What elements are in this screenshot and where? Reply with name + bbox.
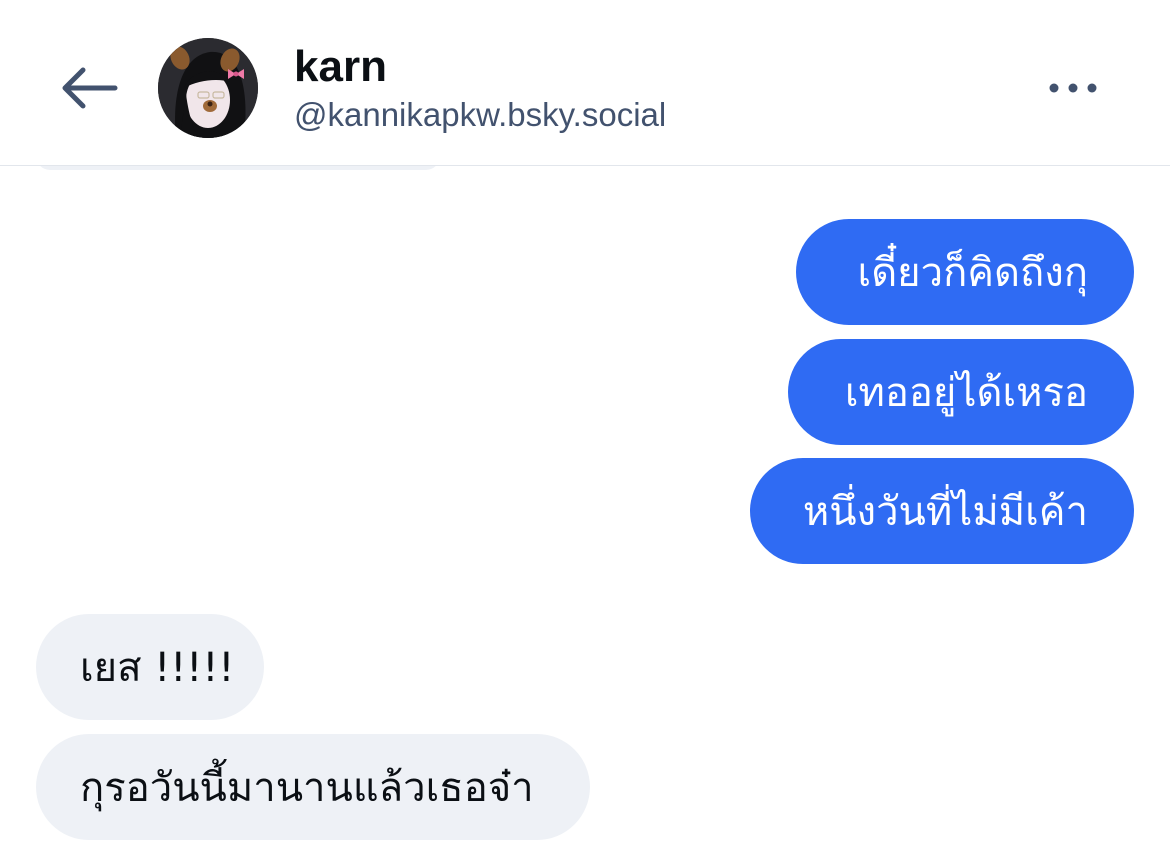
received-message-bubble[interactable]: กุรอวันนี้มานานแล้วเธอจ๋า [36,734,590,840]
message-text: เทออยู่ได้เหรอ [844,370,1088,416]
message-text: หนึ่งวันที่ไม่มีเค้า [802,489,1088,535]
more-options-button[interactable] [1040,66,1106,110]
display-name: karn [294,42,387,91]
user-handle: @kannikapkw.bsky.social [294,96,667,133]
message-text: กุรอวันนี้มานานแล้วเธอจ๋า [80,765,534,811]
conversation-header: karn @kannikapkw.bsky.social [0,0,1170,166]
received-message-bubble[interactable]: เยส !!!!! [36,614,264,720]
avatar-image [158,38,258,138]
message-text: เยส !!!!! [80,645,235,691]
message-text: เดี๋ยวก็คิดถึงกุ [857,250,1088,296]
back-button[interactable] [56,60,122,116]
sent-message-bubble[interactable]: เทออยู่ได้เหรอ [788,339,1134,445]
avatar[interactable] [158,38,258,138]
message-thread[interactable]: เดี๋ยวก็คิดถึงกุ เทออยู่ได้เหรอ หนึ่งวัน… [0,156,1170,851]
sent-message-bubble[interactable]: เดี๋ยวก็คิดถึงกุ [796,219,1134,325]
more-horizontal-icon [1049,83,1097,93]
sent-message-bubble[interactable]: หนึ่งวันที่ไม่มีเค้า [750,458,1134,564]
arrow-left-icon [62,67,118,109]
